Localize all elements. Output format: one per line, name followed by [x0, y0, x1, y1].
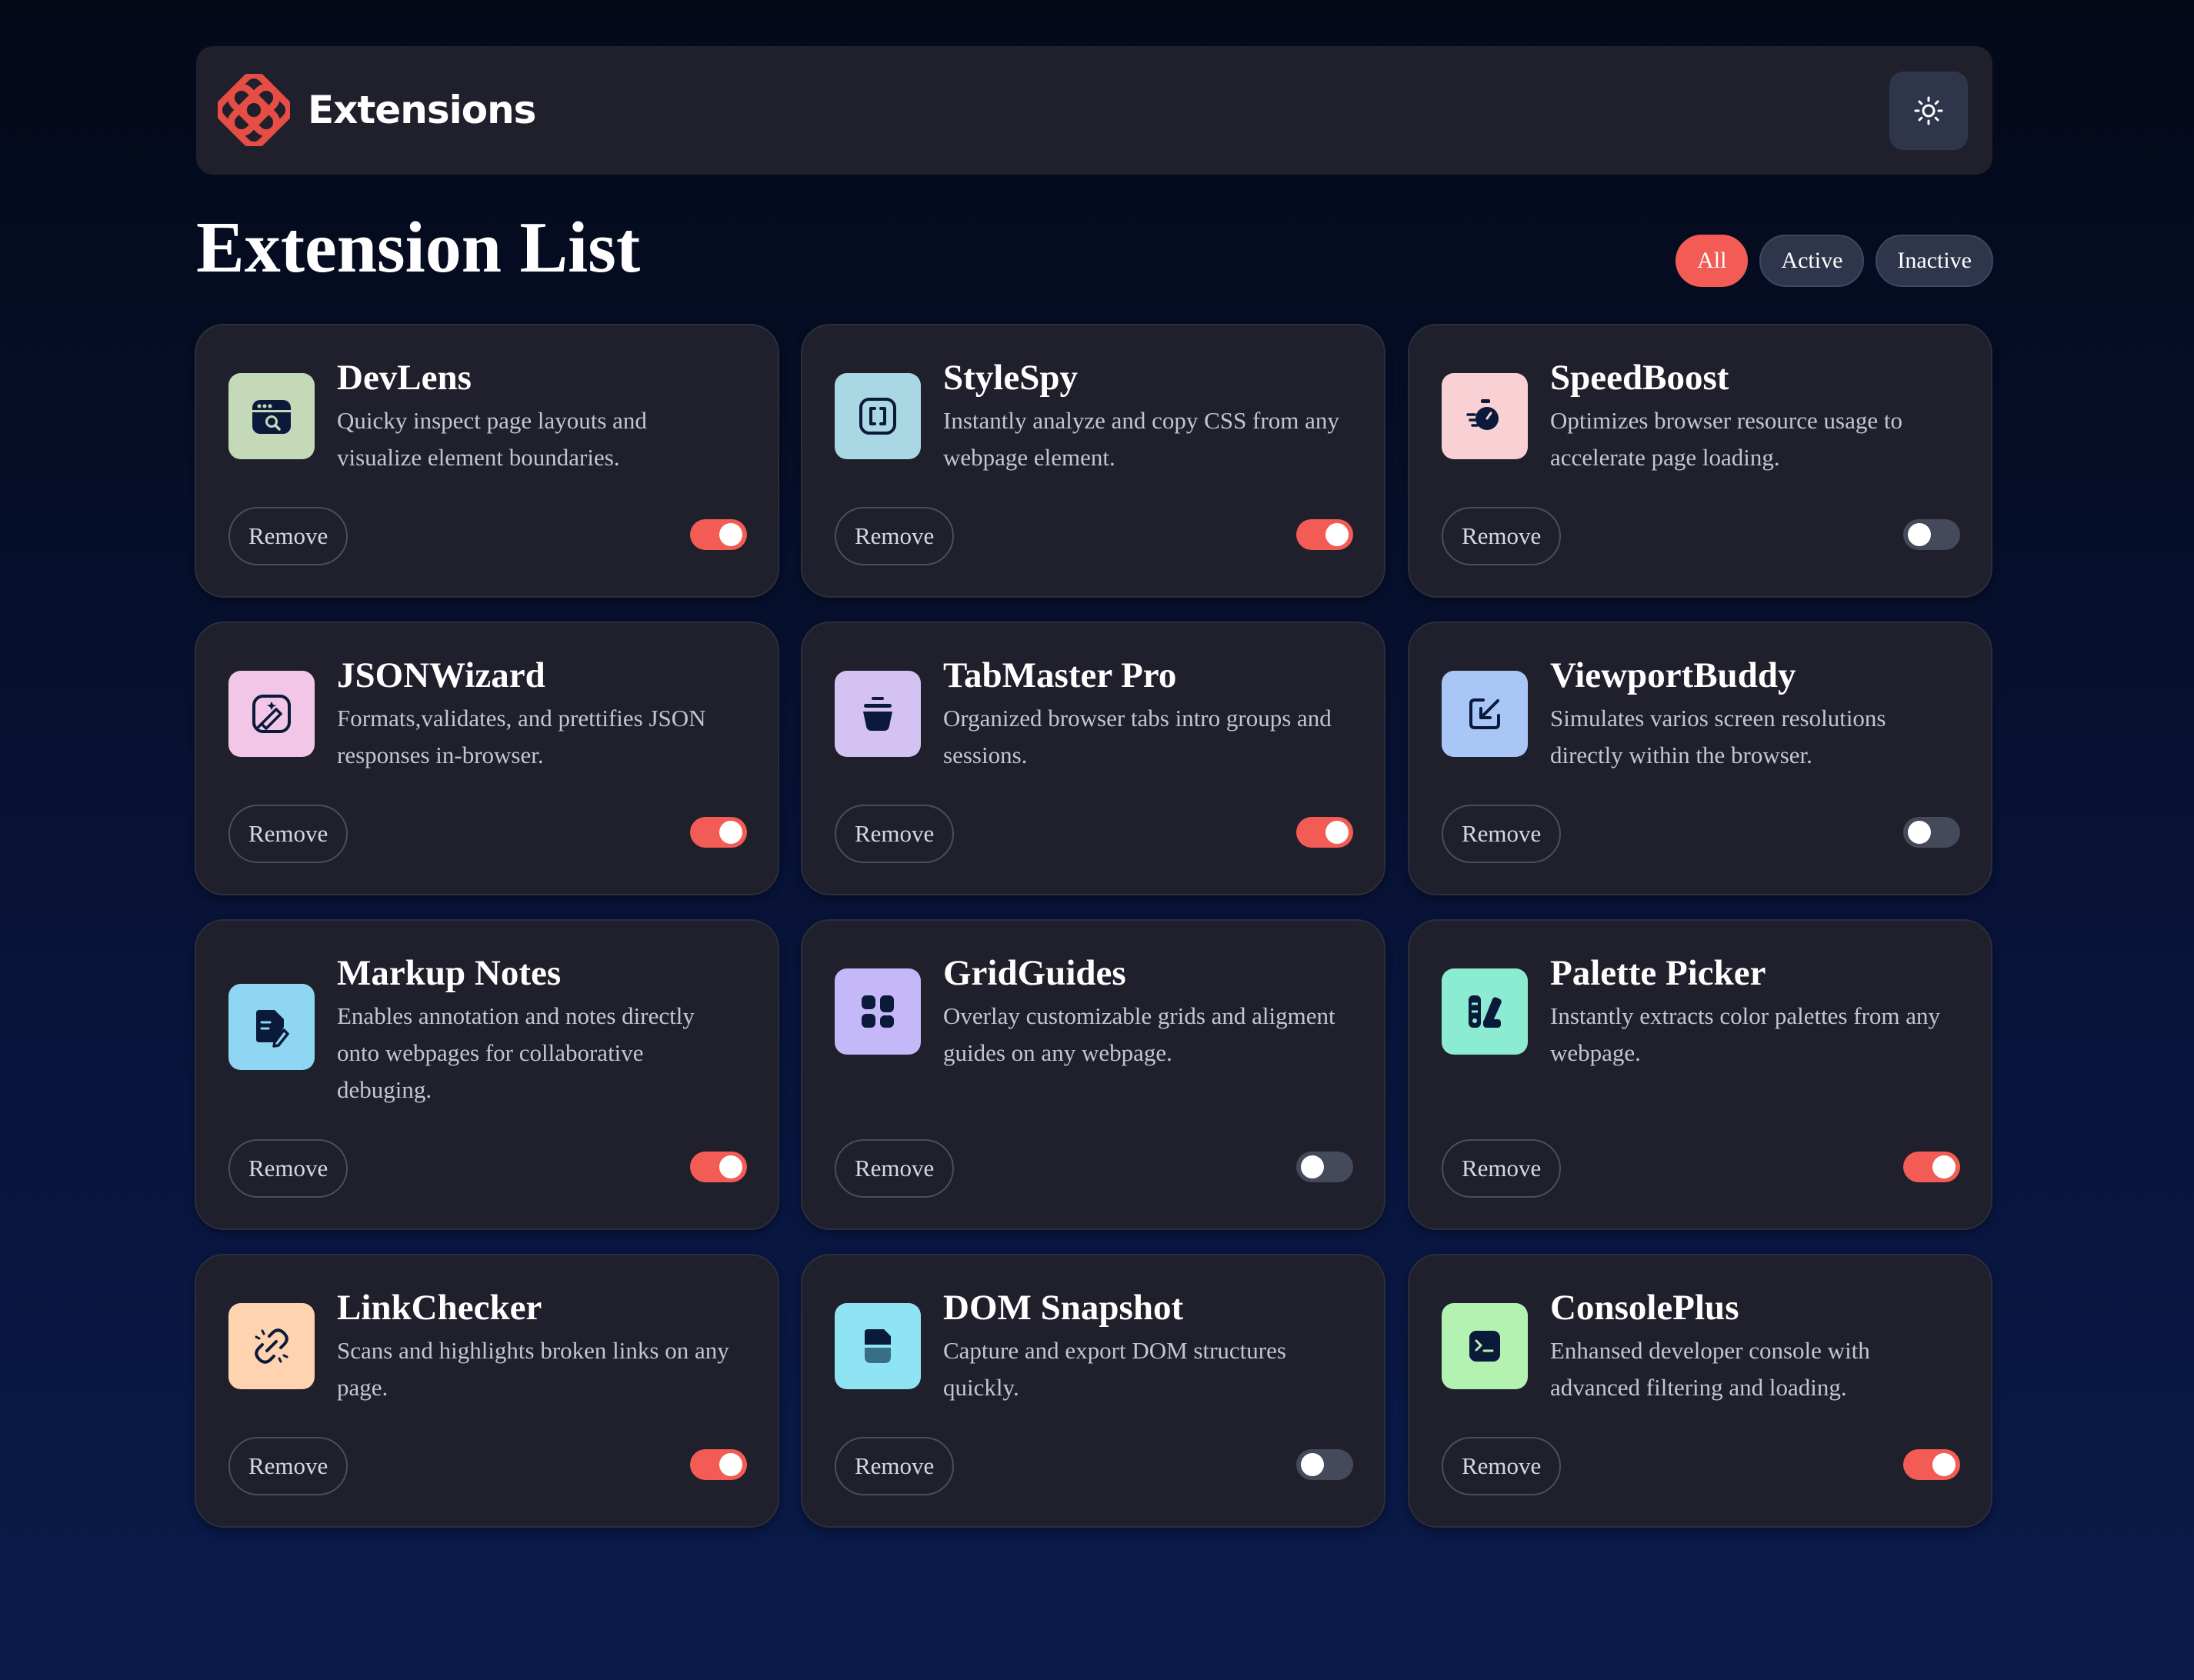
remove-button[interactable]: Remove	[1442, 805, 1562, 863]
sun-icon	[1914, 96, 1943, 125]
extension-name: StyleSpy	[943, 358, 1078, 398]
extension-name: ConsolePlus	[1550, 1288, 1739, 1328]
active-toggle[interactable]	[690, 1152, 747, 1182]
domsnapshot-icon	[835, 1303, 921, 1389]
extension-description: Capture and export DOM structures quickl…	[943, 1337, 1286, 1401]
active-toggle[interactable]	[1903, 817, 1960, 848]
extension-card-viewportbuddy: ViewportBuddy Simulates varios screen re…	[1408, 622, 1992, 895]
remove-button[interactable]: Remove	[835, 507, 955, 565]
extension-name: DevLens	[337, 358, 472, 398]
extension-description: Quicky inspect page layouts and visualiz…	[337, 407, 647, 471]
remove-button[interactable]: Remove	[228, 507, 348, 565]
brand-name: Extensions	[308, 88, 536, 132]
toggle-knob	[1908, 523, 1931, 546]
active-toggle[interactable]	[1296, 817, 1353, 848]
toggle-knob	[1301, 1155, 1324, 1178]
extension-description: Enables annotation and notes directly on…	[337, 1002, 695, 1103]
extension-card-tabmaster-pro: TabMaster Pro Organized browser tabs int…	[801, 622, 1385, 895]
toggle-knob	[719, 1155, 742, 1178]
extension-description: Overlay customizable grids and aligment …	[943, 1002, 1335, 1066]
consoleplus-icon	[1442, 1303, 1528, 1389]
extension-name: DOM Snapshot	[943, 1288, 1184, 1328]
toggle-knob	[1932, 1453, 1956, 1476]
filter-active-button[interactable]: Active	[1759, 235, 1865, 287]
active-toggle[interactable]	[690, 1449, 747, 1480]
theme-toggle-button[interactable]	[1889, 72, 1968, 150]
extension-card-markup-notes: Markup Notes Enables annotation and note…	[195, 919, 779, 1230]
speedboost-icon	[1442, 373, 1528, 459]
extension-card-linkchecker: LinkChecker Scans and highlights broken …	[195, 1254, 779, 1528]
tabmaster-icon	[835, 671, 921, 757]
markupnotes-icon	[228, 984, 315, 1070]
toggle-knob	[1325, 821, 1349, 844]
stylespy-icon	[835, 373, 921, 459]
extension-card-dom-snapshot: DOM Snapshot Capture and export DOM stru…	[801, 1254, 1385, 1528]
extension-card-stylespy: StyleSpy Instantly analyze and copy CSS …	[801, 324, 1385, 598]
active-toggle[interactable]	[1296, 519, 1353, 550]
extension-card-jsonwizard: JSONWizard Formats,validates, and pretti…	[195, 622, 779, 895]
extension-description: Enhansed developer console with advanced…	[1550, 1337, 1870, 1401]
page-title: Extension List	[196, 208, 641, 288]
filter-inactive-button[interactable]: Inactive	[1876, 235, 1993, 287]
toggle-knob	[719, 523, 742, 546]
extension-card-speedboost: SpeedBoost Optimizes browser resource us…	[1408, 324, 1992, 598]
extensions-logo-icon	[218, 74, 290, 146]
devlens-icon	[228, 373, 315, 459]
filter-all-button[interactable]: All	[1676, 235, 1749, 287]
remove-button[interactable]: Remove	[835, 805, 955, 863]
extension-name: SpeedBoost	[1550, 358, 1729, 398]
extension-description: Formats,validates, and prettifies JSON r…	[337, 705, 706, 768]
extension-card-devlens: DevLens Quicky inspect page layouts and …	[195, 324, 779, 598]
toggle-knob	[719, 821, 742, 844]
toggle-knob	[1301, 1453, 1324, 1476]
extension-description: Simulates varios screen resolutions dire…	[1550, 705, 1886, 768]
linkchecker-icon	[228, 1303, 315, 1389]
active-toggle[interactable]	[1903, 1449, 1960, 1480]
remove-button[interactable]: Remove	[835, 1139, 955, 1198]
active-toggle[interactable]	[690, 817, 747, 848]
extension-name: Palette Picker	[1550, 953, 1766, 993]
palettepicker-icon	[1442, 968, 1528, 1055]
extension-name: JSONWizard	[337, 655, 545, 695]
extension-name: Markup Notes	[337, 953, 562, 993]
active-toggle[interactable]	[1903, 519, 1960, 550]
extension-card-consoleplus: ConsolePlus Enhansed developer console w…	[1408, 1254, 1992, 1528]
header-bar: Extensions	[196, 46, 1992, 175]
toggle-knob	[1908, 821, 1931, 844]
extension-card-palette-picker: Palette Picker Instantly extracts color …	[1408, 919, 1992, 1230]
active-toggle[interactable]	[1296, 1449, 1353, 1480]
viewportbuddy-icon	[1442, 671, 1528, 757]
remove-button[interactable]: Remove	[1442, 1437, 1562, 1495]
extension-description: Scans and highlights broken links on any…	[337, 1337, 729, 1401]
active-toggle[interactable]	[690, 519, 747, 550]
toggle-knob	[719, 1453, 742, 1476]
toggle-knob	[1325, 523, 1349, 546]
extension-name: ViewportBuddy	[1550, 655, 1796, 695]
extension-description: Organized browser tabs intro groups and …	[943, 705, 1332, 768]
remove-button[interactable]: Remove	[228, 1437, 348, 1495]
extension-description: Instantly extracts color palettes from a…	[1550, 1002, 1941, 1066]
extension-name: TabMaster Pro	[943, 655, 1177, 695]
extension-description: Optimizes browser resource usage to acce…	[1550, 407, 1902, 471]
extension-name: LinkChecker	[337, 1288, 542, 1328]
toggle-knob	[1932, 1155, 1956, 1178]
jsonwizard-icon	[228, 671, 315, 757]
gridguides-icon	[835, 968, 921, 1055]
active-toggle[interactable]	[1296, 1152, 1353, 1182]
remove-button[interactable]: Remove	[228, 1139, 348, 1198]
remove-button[interactable]: Remove	[228, 805, 348, 863]
extension-card-gridguides: GridGuides Overlay customizable grids an…	[801, 919, 1385, 1230]
extension-description: Instantly analyze and copy CSS from any …	[943, 407, 1339, 471]
remove-button[interactable]: Remove	[835, 1437, 955, 1495]
remove-button[interactable]: Remove	[1442, 507, 1562, 565]
remove-button[interactable]: Remove	[1442, 1139, 1562, 1198]
active-toggle[interactable]	[1903, 1152, 1960, 1182]
extension-name: GridGuides	[943, 953, 1126, 993]
filter-group: All Active Inactive	[1676, 235, 1993, 287]
